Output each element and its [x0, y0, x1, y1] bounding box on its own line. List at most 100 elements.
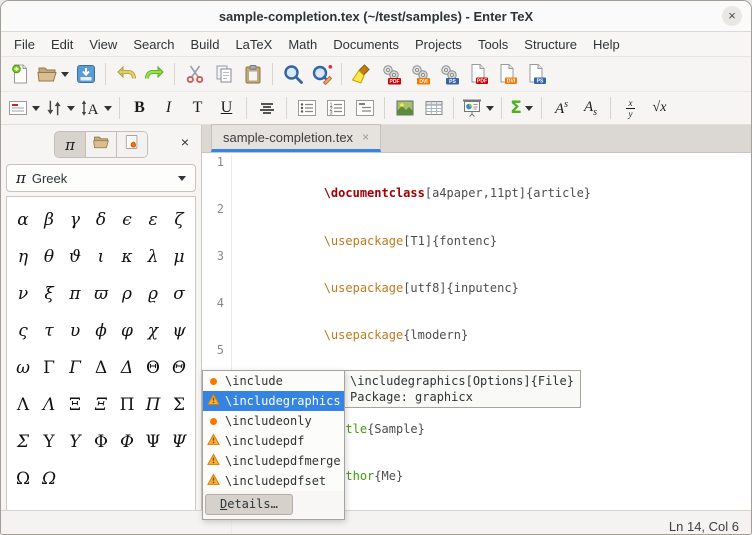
menu-item[interactable]: Tools — [470, 34, 516, 55]
menu-item[interactable]: Edit — [43, 34, 81, 55]
sidebar-tab-files[interactable] — [86, 132, 117, 157]
view-pdf-button[interactable]: PDF — [464, 61, 491, 87]
menu-item[interactable]: Build — [183, 34, 228, 55]
greek-symbol[interactable]: υ — [70, 320, 80, 342]
view-ps-button[interactable]: PS — [522, 61, 549, 87]
menu-item[interactable]: Help — [585, 34, 628, 55]
redo-button[interactable] — [141, 61, 168, 87]
text-style-button[interactable]: T — [184, 95, 211, 121]
fraction-button[interactable]: xy — [617, 95, 644, 121]
greek-symbol[interactable]: Λ — [17, 394, 29, 416]
square-root-button[interactable]: √x — [646, 95, 673, 121]
window-close-button[interactable]: × — [722, 6, 742, 26]
completion-item[interactable]: \includepdfmerge — [203, 451, 344, 471]
copy-button[interactable] — [210, 61, 237, 87]
menu-item[interactable]: LaTeX — [227, 34, 280, 55]
greek-symbol[interactable]: φ — [121, 320, 133, 342]
greek-symbol[interactable]: β — [44, 209, 54, 231]
greek-symbol[interactable]: ν — [18, 283, 28, 305]
save-button[interactable] — [72, 61, 99, 87]
editor-tab-active[interactable]: sample-completion.tex × — [211, 124, 381, 152]
view-dvi-button[interactable]: DVI — [493, 61, 520, 87]
completion-item[interactable]: \includepdfset — [203, 471, 344, 491]
insert-chart-button[interactable] — [460, 95, 495, 121]
greek-symbol[interactable]: ϱ — [148, 283, 158, 305]
greek-symbol[interactable]: δ — [96, 209, 106, 231]
greek-symbol[interactable]: ϑ — [69, 246, 81, 268]
greek-symbol[interactable]: χ — [148, 320, 158, 342]
greek-symbol[interactable]: τ — [44, 320, 53, 342]
menu-item[interactable]: View — [81, 34, 125, 55]
new-document-button[interactable] — [6, 61, 33, 87]
superscript-button[interactable]: As — [548, 95, 575, 121]
paste-button[interactable] — [239, 61, 266, 87]
greek-symbol[interactable]: Θ — [146, 357, 160, 379]
paragraph-style-button[interactable] — [6, 95, 41, 121]
symbol-category-select[interactable]: π Greek — [6, 164, 196, 192]
greek-symbol[interactable]: Γ — [43, 357, 55, 379]
line-spacing-button[interactable] — [43, 95, 76, 121]
insert-table-button[interactable] — [420, 95, 447, 121]
compile-dvi-button[interactable]: DVI — [406, 61, 433, 87]
greek-symbol[interactable]: Ω — [42, 468, 56, 490]
bullet-list-button[interactable] — [293, 95, 320, 121]
italic-button[interactable]: I — [155, 95, 182, 121]
find-button[interactable] — [279, 61, 306, 87]
clean-auxiliary-button[interactable] — [348, 61, 375, 87]
tab-close-icon[interactable]: × — [362, 130, 369, 144]
completion-item[interactable]: \includeonly — [203, 411, 344, 431]
greek-symbol[interactable]: Λ — [43, 394, 55, 416]
greek-symbol[interactable]: ς — [18, 320, 28, 342]
completion-item[interactable]: \includegraphics — [203, 391, 344, 411]
greek-symbol[interactable]: η — [18, 246, 28, 268]
details-button[interactable]: Details… — [205, 494, 293, 515]
greek-symbol[interactable]: λ — [148, 246, 159, 268]
greek-symbol[interactable]: θ — [44, 246, 54, 268]
greek-symbol[interactable]: Δ — [95, 357, 107, 379]
menu-item[interactable]: Math — [280, 34, 325, 55]
greek-symbol[interactable]: Υ — [43, 431, 54, 453]
compile-ps-button[interactable]: PS — [435, 61, 462, 87]
greek-symbol[interactable]: Π — [146, 394, 161, 416]
greek-symbol[interactable]: κ — [121, 246, 132, 268]
greek-symbol[interactable]: ϕ — [95, 320, 107, 342]
open-file-button[interactable] — [35, 61, 70, 87]
cut-button[interactable] — [181, 61, 208, 87]
compile-pdf-button[interactable]: PDF — [377, 61, 404, 87]
description-list-button[interactable] — [351, 95, 378, 121]
greek-symbol[interactable]: Ω — [16, 468, 30, 490]
greek-symbol[interactable]: ρ — [122, 283, 132, 305]
greek-symbol[interactable]: σ — [173, 283, 185, 305]
greek-symbol[interactable]: ε — [148, 209, 157, 231]
greek-symbol[interactable]: ϖ — [94, 283, 108, 305]
menu-item[interactable]: Documents — [325, 34, 407, 55]
menu-item[interactable]: Structure — [516, 34, 585, 55]
greek-symbol[interactable]: Φ — [94, 431, 108, 453]
menu-item[interactable]: File — [6, 34, 43, 55]
font-size-button[interactable]: A — [78, 95, 113, 121]
greek-symbol[interactable]: Ξ — [95, 394, 107, 416]
greek-symbol[interactable]: ξ — [44, 283, 53, 305]
greek-symbol[interactable]: Σ — [17, 431, 29, 453]
greek-symbol[interactable]: γ — [70, 209, 80, 231]
completion-item[interactable]: \includepdf — [203, 431, 344, 451]
greek-symbol[interactable]: ψ — [172, 320, 185, 342]
insert-image-button[interactable] — [391, 95, 418, 121]
sidebar-close-button[interactable]: × — [181, 135, 189, 149]
greek-symbol[interactable]: α — [17, 209, 28, 231]
bold-button[interactable]: B — [126, 95, 153, 121]
greek-symbol[interactable]: Φ — [120, 431, 134, 453]
greek-symbol[interactable]: Δ — [121, 357, 133, 379]
greek-symbol[interactable]: Υ — [69, 431, 80, 453]
find-replace-button[interactable] — [308, 61, 335, 87]
center-align-button[interactable] — [253, 95, 280, 121]
greek-symbol[interactable]: Π — [120, 394, 135, 416]
sidebar-tab-symbols[interactable]: π — [55, 132, 86, 157]
greek-symbol[interactable]: Ψ — [172, 431, 187, 453]
undo-button[interactable] — [112, 61, 139, 87]
greek-symbol[interactable]: Σ — [173, 394, 185, 416]
greek-symbol[interactable]: Ξ — [69, 394, 81, 416]
greek-symbol[interactable]: μ — [173, 246, 184, 268]
greek-symbol[interactable]: π — [69, 283, 80, 305]
greek-symbol[interactable]: Γ — [69, 357, 81, 379]
